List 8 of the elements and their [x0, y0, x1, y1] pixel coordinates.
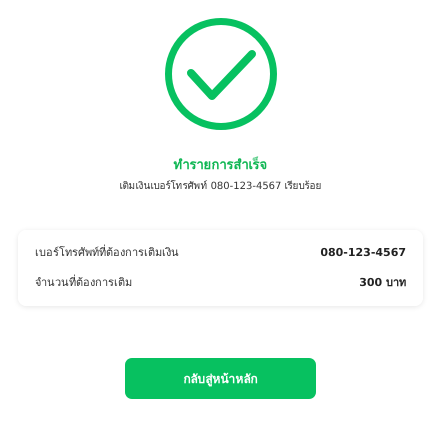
detail-label: จำนวนที่ต้องการเติม [35, 274, 132, 291]
detail-value: 080-123-4567 [320, 245, 406, 261]
detail-label: เบอร์โทรศัพท์ที่ต้องการเติมเงิน [35, 244, 179, 261]
success-title: ทำรายการสำเร็จ [174, 157, 268, 175]
success-message: เติมเงินเบอร์โทรศัพท์ 080-123-4567 เรียบร้อย [119, 180, 322, 194]
check-circle-icon [164, 17, 278, 131]
detail-value: 300 บาท [359, 275, 406, 291]
back-home-button[interactable]: กลับสู่หน้าหลัก [125, 358, 316, 399]
